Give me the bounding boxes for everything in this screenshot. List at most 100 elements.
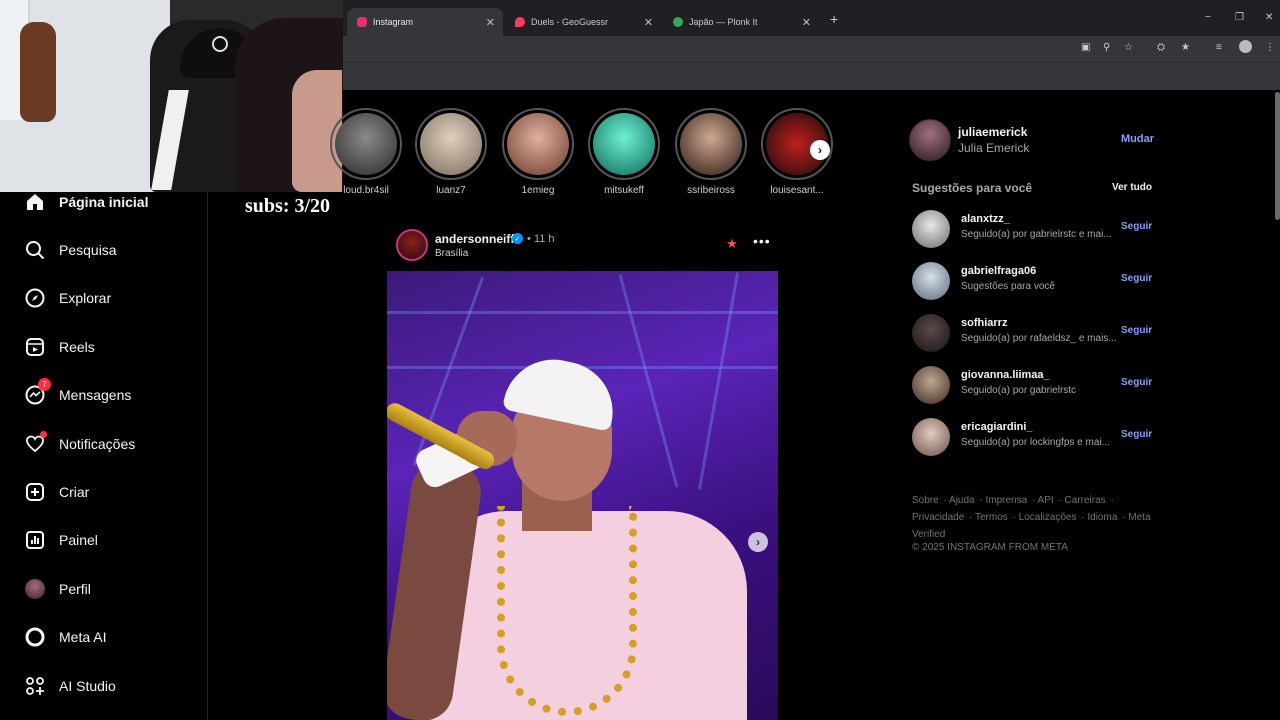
nav-reels[interactable]: Reels <box>24 335 95 359</box>
suggestion-username[interactable]: sofhiarrz <box>961 317 1007 329</box>
tab-geoguessr[interactable]: Duels - GeoGuessr ✕ <box>505 8 661 36</box>
suggestions-title: Sugestões para você <box>912 181 1033 195</box>
footer-link[interactable]: Localizações <box>1019 512 1077 523</box>
carousel-next-button[interactable]: › <box>748 532 768 552</box>
current-username[interactable]: juliaemerick <box>958 125 1027 139</box>
webcam-cap-logo <box>212 36 228 52</box>
nav-label: Reels <box>59 339 95 355</box>
follow-button[interactable]: Seguir <box>1121 377 1152 388</box>
story-item[interactable]: loud.br4sil <box>330 108 402 196</box>
new-tab-button[interactable]: + <box>830 11 838 27</box>
story-username: louisesant... <box>770 185 824 196</box>
page-scrollbar[interactable] <box>1275 92 1280 220</box>
footer-links: Sobre · Ajuda · Imprensa · API · Carreir… <box>912 495 1151 540</box>
suggestion-avatar[interactable] <box>912 314 950 352</box>
footer-link[interactable]: Privacidade <box>912 512 964 523</box>
suggestion-avatar[interactable] <box>912 418 950 456</box>
post-image[interactable] <box>387 271 778 720</box>
maximize-button[interactable]: ❐ <box>1235 12 1244 23</box>
left-navigation: Página inicial Pesquisa Explorar Reels 7… <box>0 192 208 720</box>
compass-icon <box>24 287 46 309</box>
bookmarks-bar <box>343 62 1280 90</box>
post-timestamp[interactable]: • 11 h <box>527 233 555 245</box>
nav-messages[interactable]: 7 Mensagens <box>24 378 131 407</box>
nav-create[interactable]: Criar <box>24 480 89 504</box>
stage-truss <box>697 272 740 490</box>
tab-label: Instagram <box>373 17 414 27</box>
stage-truss <box>387 311 778 314</box>
nav-meta-ai[interactable]: Meta AI <box>24 625 106 649</box>
nav-profile[interactable]: Perfil <box>24 577 91 601</box>
post-author-avatar[interactable] <box>396 229 428 261</box>
gold-chain <box>497 506 637 716</box>
post-more-options-button[interactable]: ••• <box>753 233 771 249</box>
suggestion-avatar[interactable] <box>912 262 950 300</box>
browser-toolbar: ▣ ⚲ ☆ ⛭ ★ ≡ ⋮ <box>343 36 1280 62</box>
extension-icon[interactable]: ⛭ <box>1157 42 1165 53</box>
close-icon[interactable]: ✕ <box>802 16 811 29</box>
menu-kebab-icon[interactable]: ⋮ <box>1265 42 1275 53</box>
tab-plonkit[interactable]: Japão — Plonk It ✕ <box>663 8 819 36</box>
follow-button[interactable]: Seguir <box>1121 221 1152 232</box>
follow-button[interactable]: Seguir <box>1121 325 1152 336</box>
nav-search[interactable]: Pesquisa <box>24 238 117 262</box>
footer-link[interactable]: Termos <box>975 512 1008 523</box>
nav-dashboard[interactable]: Painel <box>24 528 98 552</box>
suggestion-username[interactable]: gabrielfraga06 <box>961 265 1036 277</box>
post-location[interactable]: Brasília <box>435 248 468 259</box>
suggestion-username[interactable]: giovanna.liimaa_ <box>961 369 1050 381</box>
follow-button[interactable]: Seguir <box>1121 273 1152 284</box>
reels-icon <box>24 336 46 358</box>
ai-studio-icon <box>24 675 46 697</box>
browser-tab-bar: Instagram ✕ Duels - GeoGuessr ✕ Japão — … <box>343 0 1280 36</box>
story-avatar <box>680 113 742 175</box>
footer-link[interactable]: Imprensa <box>986 495 1028 506</box>
nav-notifications[interactable]: Notificações <box>24 431 135 456</box>
nav-explore[interactable]: Explorar <box>24 286 111 310</box>
minimize-button[interactable]: − <box>1205 12 1211 23</box>
suggestion-row: ericagiardini_ Seguido(a) por lockingfps… <box>912 418 1152 458</box>
reading-list-icon[interactable]: ≡ <box>1216 42 1222 53</box>
footer-link[interactable]: Sobre <box>912 495 939 506</box>
story-ring <box>675 108 747 180</box>
tab-instagram[interactable]: Instagram ✕ <box>347 8 503 36</box>
story-item[interactable]: mitsukeff <box>588 108 660 196</box>
suggestion-username[interactable]: ericagiardini_ <box>961 421 1033 433</box>
nav-home[interactable]: Página inicial <box>24 190 148 214</box>
suggestion-username[interactable]: alanxtzz_ <box>961 213 1010 225</box>
suggestion-avatar[interactable] <box>912 210 950 248</box>
story-item[interactable]: luanz7 <box>415 108 487 196</box>
suggestion-avatar[interactable] <box>912 366 950 404</box>
footer-link[interactable]: Ajuda <box>949 495 975 506</box>
follow-button[interactable]: Seguir <box>1121 429 1152 440</box>
cast-icon[interactable]: ▣ <box>1081 42 1090 53</box>
zoom-icon[interactable]: ⚲ <box>1103 42 1110 53</box>
close-icon[interactable]: ✕ <box>486 16 495 29</box>
story-item[interactable]: ssribeiross <box>675 108 747 196</box>
story-ring <box>330 108 402 180</box>
extension-star-icon[interactable]: ★ <box>1181 42 1190 53</box>
see-all-button[interactable]: Ver tudo <box>1112 182 1152 193</box>
instagram-icon <box>357 17 367 27</box>
story-item[interactable]: 1emieg <box>502 108 574 196</box>
profile-icon[interactable] <box>1239 40 1252 53</box>
post-author-username[interactable]: andersonneiff <box>435 232 514 246</box>
close-window-button[interactable]: ✕ <box>1265 12 1273 23</box>
switch-account-button[interactable]: Mudar <box>1121 133 1154 145</box>
footer-link[interactable]: Carreiras <box>1065 495 1106 506</box>
footer-link[interactable]: Idioma <box>1087 512 1117 523</box>
current-user-avatar[interactable] <box>909 119 951 161</box>
stories-next-button[interactable]: › <box>810 140 830 160</box>
plus-square-icon <box>24 481 46 503</box>
messenger-icon: 7 <box>24 378 51 406</box>
post-header: andersonneiff ✓ • 11 h Brasília ★ ••• <box>396 229 778 263</box>
story-username: loud.br4sil <box>343 185 389 196</box>
nav-ai-studio[interactable]: AI Studio <box>24 674 116 698</box>
close-icon[interactable]: ✕ <box>644 16 653 29</box>
bookmark-star-icon[interactable]: ☆ <box>1124 42 1133 53</box>
footer-link[interactable]: API <box>1038 495 1054 506</box>
story-username: mitsukeff <box>604 185 644 196</box>
suggestion-row: alanxtzz_ Seguido(a) por gabrielrstc e m… <box>912 210 1152 250</box>
story-username: 1emieg <box>521 185 555 196</box>
story-avatar <box>507 113 569 175</box>
